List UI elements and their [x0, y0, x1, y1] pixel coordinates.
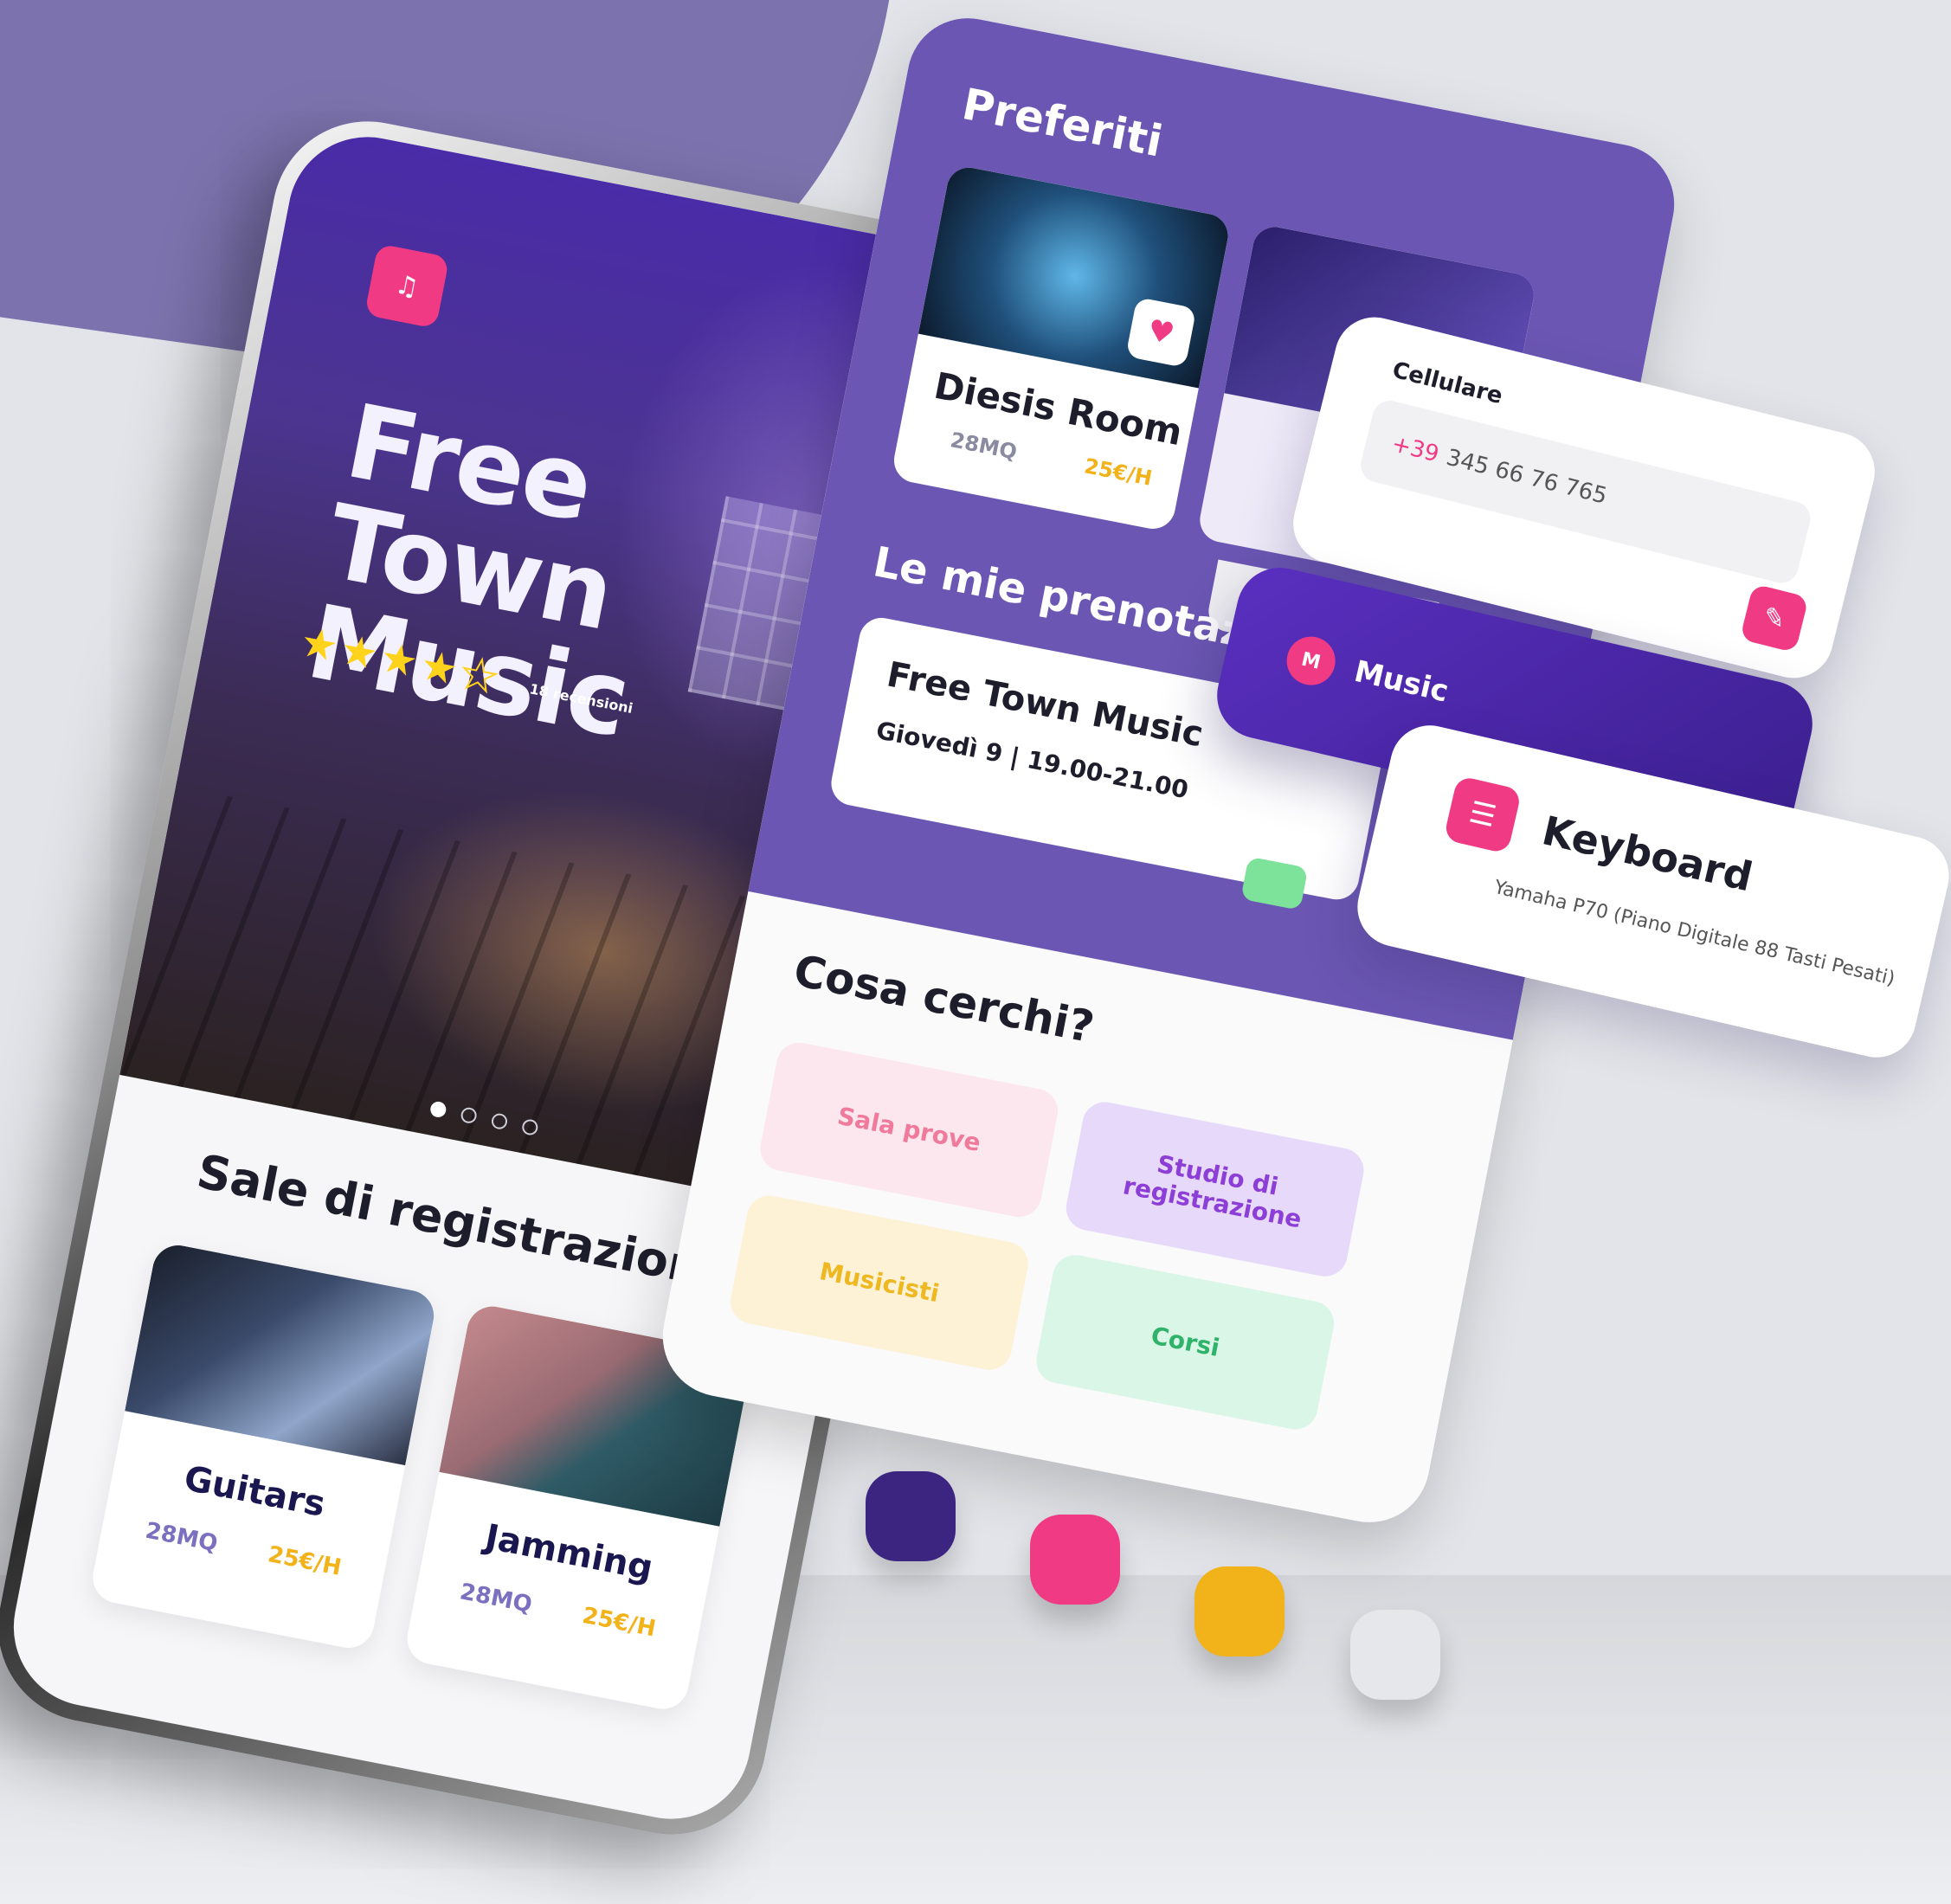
pencil-icon[interactable]: ✎ [1739, 583, 1809, 653]
favorite-price: 25€/H [1082, 453, 1155, 491]
room-size: 28MQ [143, 1517, 220, 1558]
search-title: Cosa cerchi? [789, 945, 1098, 1053]
carousel-dot[interactable] [490, 1112, 509, 1131]
category-sala-prove[interactable]: Sala prove [756, 1039, 1062, 1221]
favorites-title: Preferiti [958, 79, 1167, 167]
music-note-icon[interactable]: ♫ [364, 243, 450, 329]
heart-icon[interactable]: ♥ [1125, 297, 1197, 369]
favorite-image: ♥ [918, 164, 1233, 389]
carousel-dot[interactable] [460, 1106, 479, 1125]
phone-label: Cellulare [1389, 357, 1505, 410]
keyboard-icon: ☰ [1443, 775, 1523, 854]
favorite-card[interactable]: ♥ Diesis Room 28MQ 25€/H [890, 164, 1233, 533]
phone-prefix: +39 [1388, 431, 1442, 468]
phone-field[interactable]: +39 345 66 76 765 [1356, 396, 1814, 587]
status-badge [1240, 856, 1309, 910]
palette-swatch-grey [1350, 1610, 1440, 1700]
carousel-dot[interactable] [520, 1117, 539, 1137]
instrument-title: Keyboard [1537, 807, 1757, 901]
palette-swatch-pink [1030, 1515, 1120, 1605]
music-card-name: Music [1350, 653, 1452, 710]
carousel-dot[interactable] [428, 1100, 448, 1119]
palette-swatch-purple [866, 1471, 956, 1561]
instrument-desc: Yamaha P70 (Piano Digitale 88 Tasti Pesa… [1491, 876, 1897, 990]
music-logo-icon: M [1282, 632, 1341, 691]
room-price: 25€/H [266, 1541, 344, 1581]
room-size: 28MQ [457, 1579, 535, 1618]
favorite-size: 28MQ [948, 428, 1020, 465]
category-studio[interactable]: Studio di registrazione [1062, 1098, 1368, 1281]
category-corsi[interactable]: Corsi [1032, 1251, 1338, 1433]
phone-number: 345 66 76 765 [1443, 444, 1610, 510]
room-price: 25€/H [580, 1602, 658, 1643]
palette-swatch-yellow [1194, 1566, 1285, 1656]
room-image [125, 1240, 439, 1466]
room-card-guitars[interactable]: Guitars 28MQ 25€/H [88, 1240, 439, 1653]
category-musicisti[interactable]: Musicisti [726, 1192, 1033, 1374]
